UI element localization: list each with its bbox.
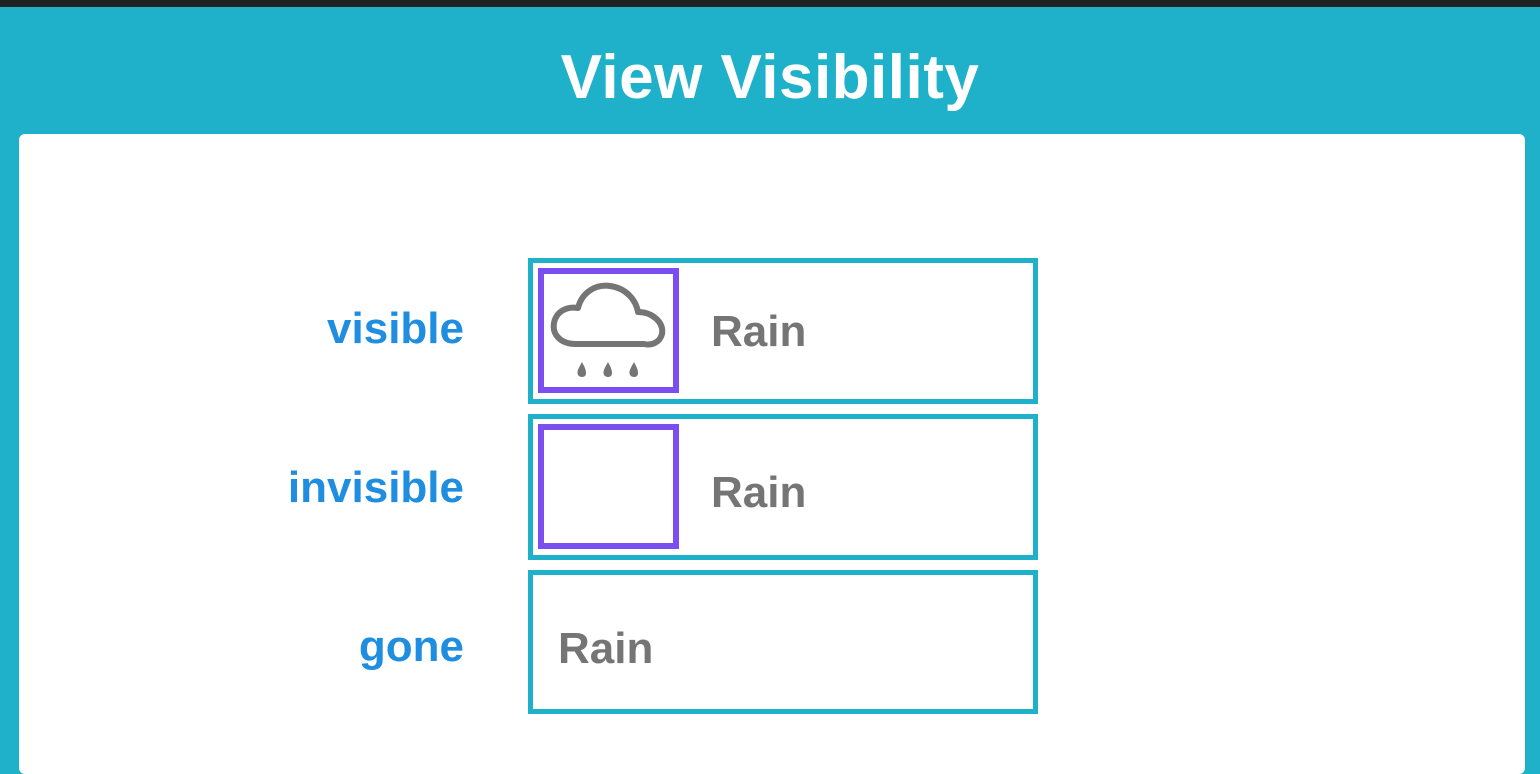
top-bar	[0, 0, 1540, 7]
row-label-gone: gone	[358, 622, 464, 671]
page-title: View Visibility	[560, 43, 980, 112]
row-label-visible: visible	[327, 304, 464, 353]
rain-text-invisible: Rain	[711, 468, 807, 517]
icon-slot-invisible	[538, 424, 679, 549]
row-box-visible: Rain	[528, 258, 1038, 404]
icon-slot-visible	[538, 268, 679, 393]
row-box-gone: Rain	[528, 570, 1038, 714]
row-label-invisible: invisible	[287, 463, 464, 512]
rain-text-visible: Rain	[711, 307, 807, 356]
row-box-invisible: Rain	[528, 414, 1038, 560]
rain-text-gone: Rain	[558, 624, 654, 673]
rain-cloud-icon	[550, 282, 666, 378]
